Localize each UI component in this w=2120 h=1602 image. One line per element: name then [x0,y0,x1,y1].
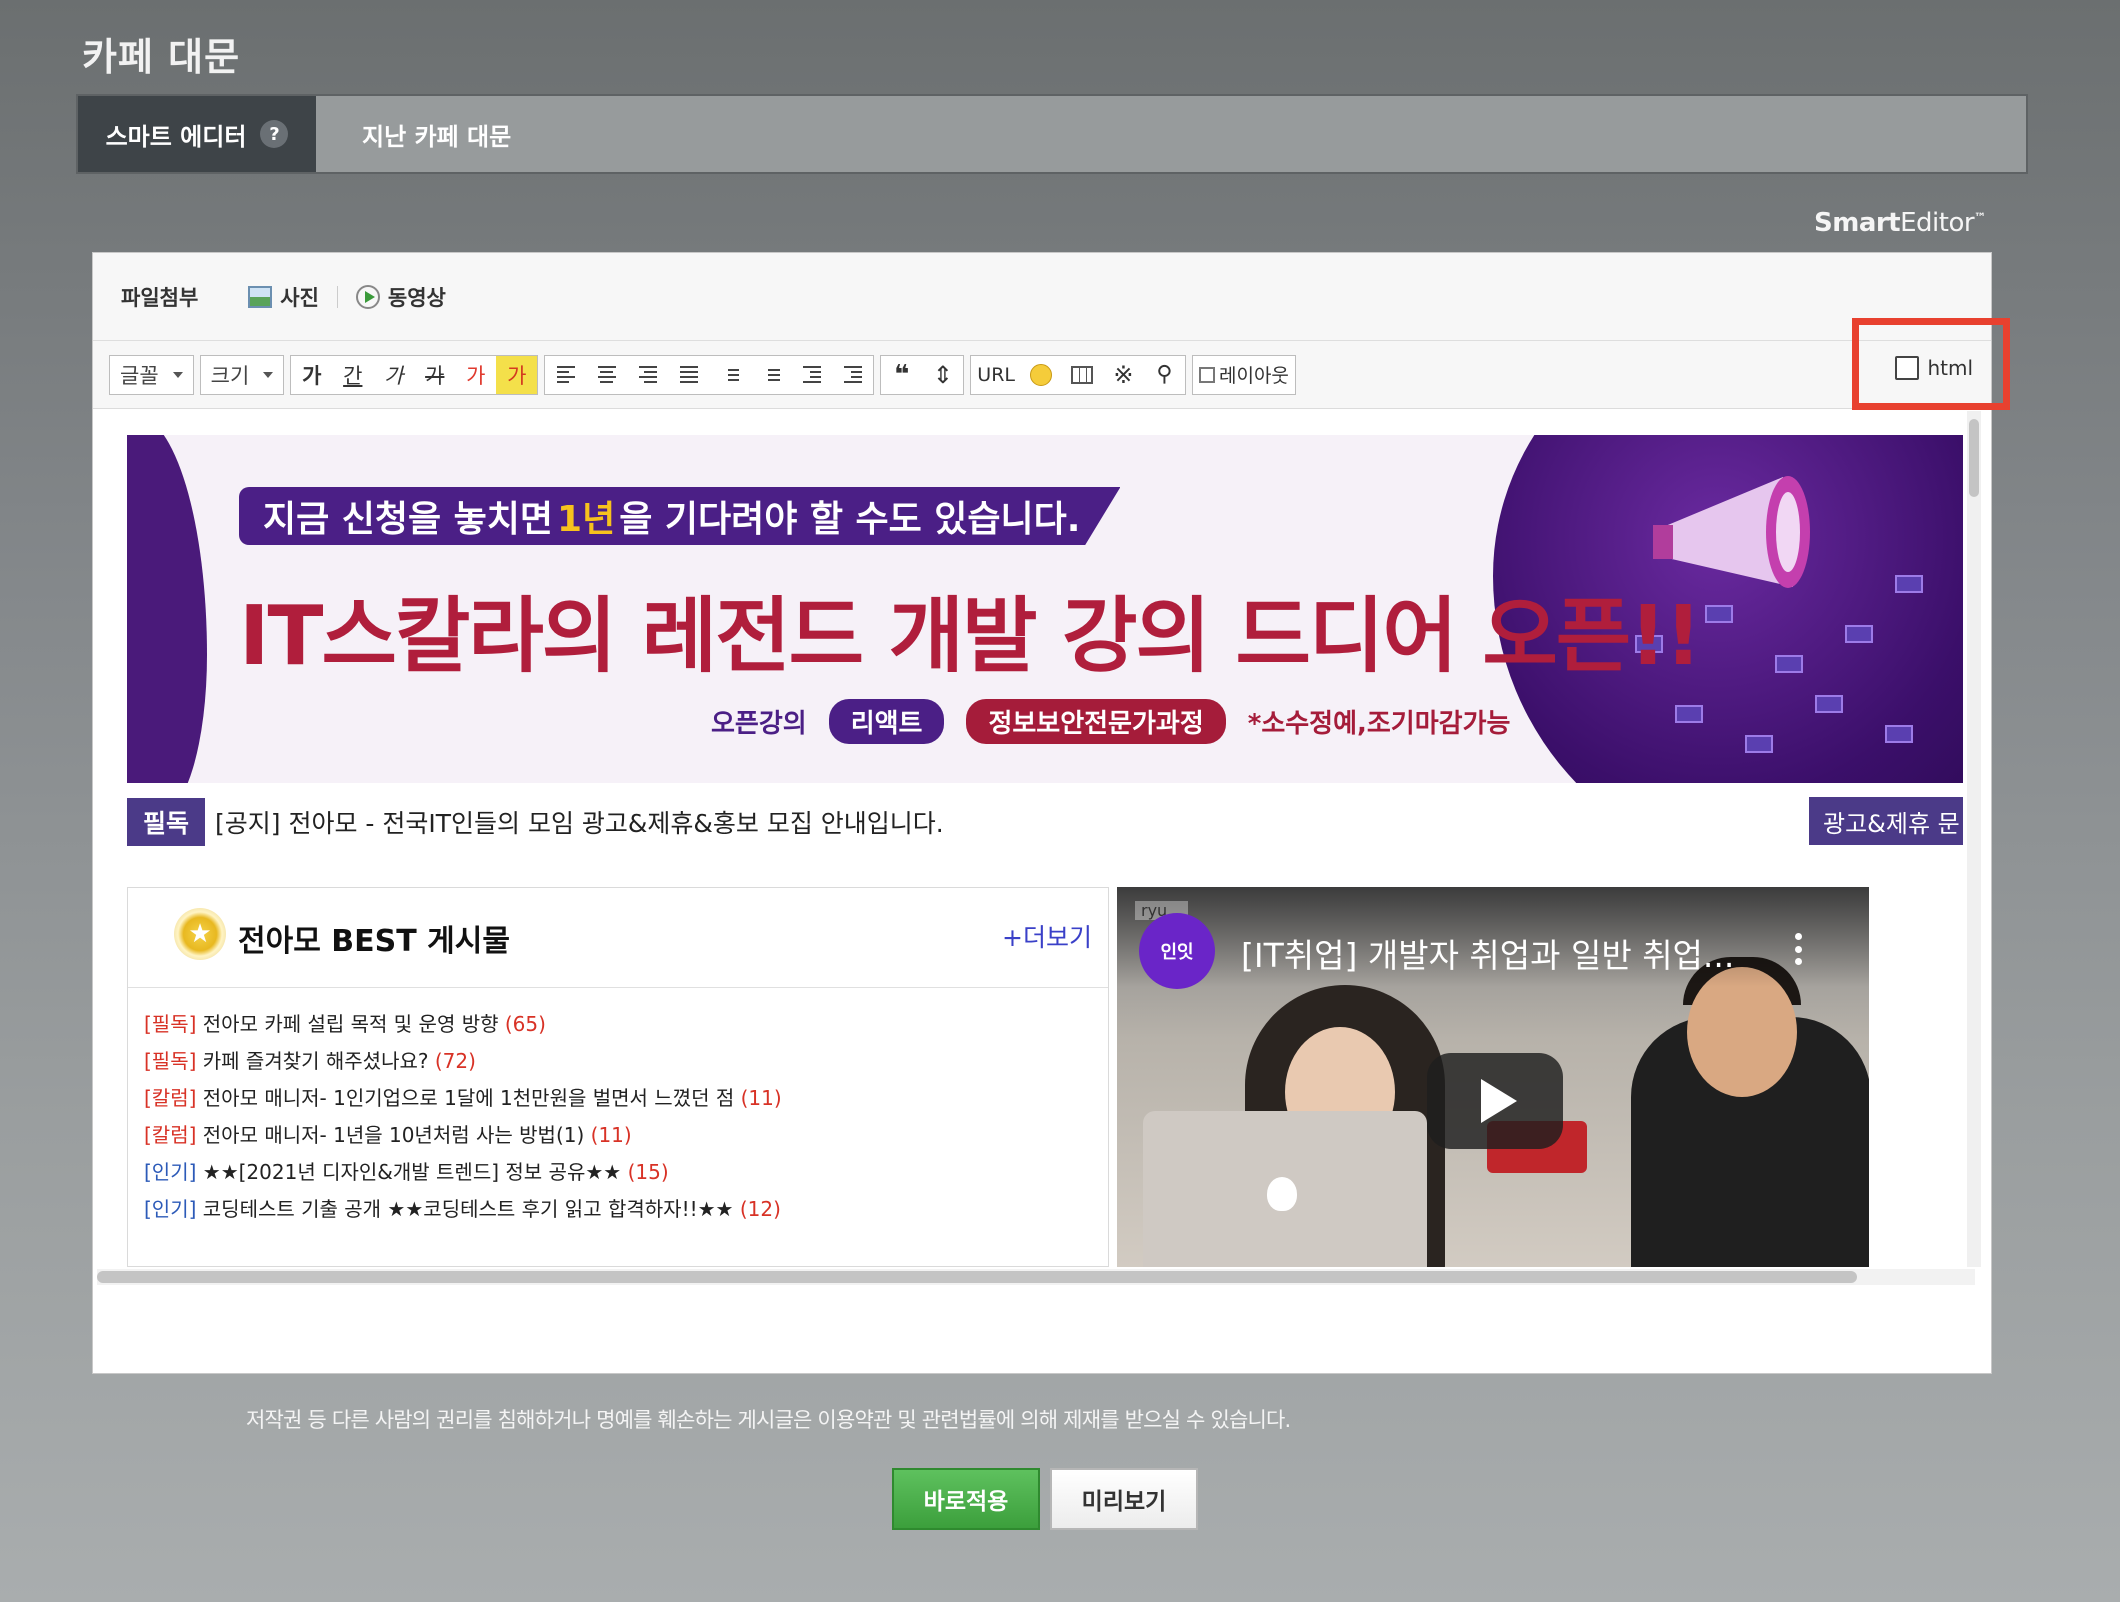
numbered-list-icon[interactable] [709,356,750,394]
desk-illustration [1775,655,1803,673]
course-badge: 리액트 [828,699,945,744]
bold-button[interactable]: 가 [291,356,332,394]
video-title[interactable]: [IT취업] 개발자 취업과 일반 취업... [1241,929,1734,977]
notice-link[interactable]: [공지] 전아모 - 전국IT인들의 모임 광고&제휴&홍보 모집 안내입니다. [215,804,944,840]
align-center-icon[interactable] [586,356,627,394]
layout-icon [1198,366,1215,383]
outdent-icon[interactable] [791,356,832,394]
desk-illustration [1705,605,1733,623]
insert-group: URL ※ ⚲ [970,354,1186,395]
size-select[interactable]: 크기 [199,354,285,395]
tab-bar: 스마트 에디터 ? 지난 카페 대문 [76,94,2028,174]
tab-previous-front[interactable]: 지난 카페 대문 [316,96,557,172]
play-button-icon[interactable] [1427,1053,1563,1149]
course-badge: 정보보안전문가과정 [966,699,1226,744]
help-icon[interactable]: ? [260,120,289,148]
desk-illustration [1745,735,1773,753]
legal-notice: 저작권 등 다른 사람의 권리를 침해하거나 명예를 훼손하는 게시글은 이용약… [246,1408,1291,1432]
desk-illustration [1815,695,1843,713]
photo-icon [248,285,273,308]
best-posts-title: 전아모 BEST 게시물 [238,923,510,959]
highlight-color-button[interactable]: 가 [496,355,538,394]
desk-illustration [1895,575,1923,593]
smarteditor-logo: SmartEditor™ [1814,208,1986,238]
attach-photo-button[interactable]: 사진 [248,282,319,312]
quote-icon[interactable]: ❝ [881,356,922,394]
editor-content[interactable]: 지금 신청을 놓치면 1년 을 기다려야 할 수도 있습니다. IT스칼라의 레… [95,411,1963,1267]
list-item[interactable]: [인기] ★★[2021년 디자인&개발 트렌드] 정보 공유★★ (15) [144,1154,1092,1191]
indent-icon[interactable] [832,356,873,394]
strikethrough-button[interactable]: 가 [414,356,455,394]
vertical-scrollbar[interactable] [1967,411,1981,1267]
desk-illustration [1845,625,1873,643]
channel-avatar[interactable]: 인잇 [1139,913,1215,989]
layout-button[interactable]: 레이아웃 [1193,356,1295,394]
best-posts-list: [필독] 전아모 카페 설립 목적 및 운영 방향 (65) [필독] 카페 즐… [128,988,1108,1246]
align-right-icon[interactable] [627,356,668,394]
line-height-icon[interactable]: ⇕ [922,356,963,394]
horizontal-scrollbar[interactable] [97,1269,1975,1285]
editor-panel: 파일첨부 사진 동영상 글꼴 크기 가 간 가 가 가 가 ❝ ⇕ URL ※ … [92,252,1992,1374]
search-icon[interactable]: ⚲ [1144,356,1185,394]
attach-video-button[interactable]: 동영상 [355,282,446,312]
italic-button[interactable]: 가 [373,356,414,394]
emoticon-icon[interactable] [1021,356,1062,394]
list-item[interactable]: [필독] 전아모 카페 설립 목적 및 운영 방향 (65) [144,1006,1092,1043]
desk-illustration [1885,725,1913,743]
banner-headline: IT스칼라의 레전드 개발 강의 드디어 오픈!! [239,589,1702,684]
page-title: 카페 대문 [82,35,241,79]
font-color-button[interactable]: 가 [455,356,496,394]
video-play-icon [355,284,380,309]
preview-button[interactable]: 미리보기 [1050,1468,1198,1530]
promo-banner[interactable]: 지금 신청을 놓치면 1년 을 기다려야 할 수도 있습니다. IT스칼라의 레… [127,435,1963,783]
notice-badge: 필독 [127,798,206,846]
format-toolbar: 글꼴 크기 가 간 가 가 가 가 ❝ ⇕ URL ※ ⚲ 레이아웃 [93,341,1991,409]
attach-bar: 파일첨부 사진 동영상 [93,253,1991,341]
attach-label: 파일첨부 [121,285,199,310]
banner-decoration [127,435,207,783]
underline-button[interactable]: 간 [332,356,373,394]
divider [336,285,338,308]
best-posts-header: ★ 전아모 BEST 게시물 +더보기 [128,888,1108,988]
paragraph-group [544,354,875,395]
notice-row[interactable]: 필독 [공지] 전아모 - 전국IT인들의 모임 광고&제휴&홍보 모집 안내입… [127,797,944,847]
chevron-down-icon [172,371,183,378]
url-button[interactable]: URL [971,356,1021,394]
bullet-list-icon[interactable] [750,356,791,394]
star-badge-icon: ★ [174,908,226,960]
list-item[interactable]: [칼럼] 전아모 매니저- 1년을 10년처럼 사는 방법(1) (11) [144,1117,1092,1154]
apply-button[interactable]: 바로적용 [892,1468,1040,1530]
more-link[interactable]: +더보기 [1002,918,1092,954]
font-select[interactable]: 글꼴 [109,354,194,395]
table-icon[interactable] [1062,356,1103,394]
ad-inquiry-button[interactable]: 광고&제휴 문 [1809,797,1963,845]
special-character-icon[interactable]: ※ [1103,356,1144,394]
chevron-down-icon [263,371,274,378]
layout-group: 레이아웃 [1191,354,1296,395]
more-options-icon[interactable] [1795,933,1803,965]
best-posts-panel: ★ 전아모 BEST 게시물 +더보기 [필독] 전아모 카페 설립 목적 및 … [127,887,1109,1267]
video-embed[interactable]: ryu... 인잇 [IT취업] 개발자 취업과 일반 취업... [1117,887,1869,1267]
highlight-annotation [1852,318,2010,410]
apple-logo-icon [1267,1177,1297,1211]
text-style-group: 가 간 가 가 가 가 [290,354,539,395]
tab-smart-editor-label: 스마트 에디터 [105,122,247,151]
list-item[interactable]: [필독] 카페 즐겨찾기 해주셨나요? (72) [144,1043,1092,1080]
align-justify-icon[interactable] [668,356,709,394]
list-item[interactable]: [칼럼] 전아모 매니저- 1인기업으로 1달에 1천만원을 벌면서 느꼈던 점… [144,1080,1092,1117]
quote-group: ❝ ⇕ [880,354,965,395]
tab-smart-editor[interactable]: 스마트 에디터 ? [78,96,316,172]
banner-course-list: 오픈강의 리액트 정보보안전문가과정 *소수정예,조기마감가능 [711,699,1510,744]
list-item[interactable]: [인기] 코딩테스트 기출 공개 ★★코딩테스트 후기 읽고 합격하자!!★★ … [144,1191,1092,1228]
banner-tagline: 지금 신청을 놓치면 1년 을 기다려야 할 수도 있습니다. [239,487,1121,545]
align-left-icon[interactable] [545,356,586,394]
desk-illustration [1675,705,1703,723]
